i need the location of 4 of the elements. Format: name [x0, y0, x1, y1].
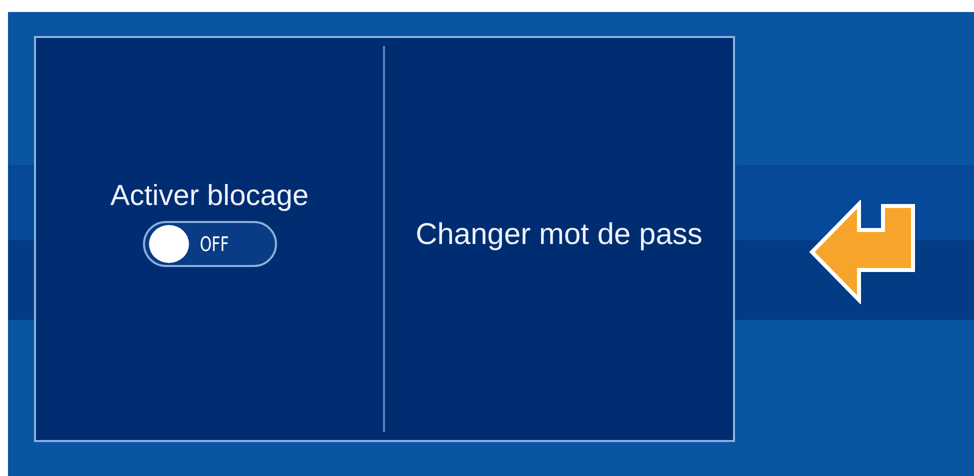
- return-arrow-icon: [809, 200, 917, 304]
- toggle-label: Activer blocage: [110, 180, 309, 212]
- lock-toggle[interactable]: OFF: [142, 220, 276, 266]
- change-password-button[interactable]: Changer mot de pass: [416, 218, 702, 252]
